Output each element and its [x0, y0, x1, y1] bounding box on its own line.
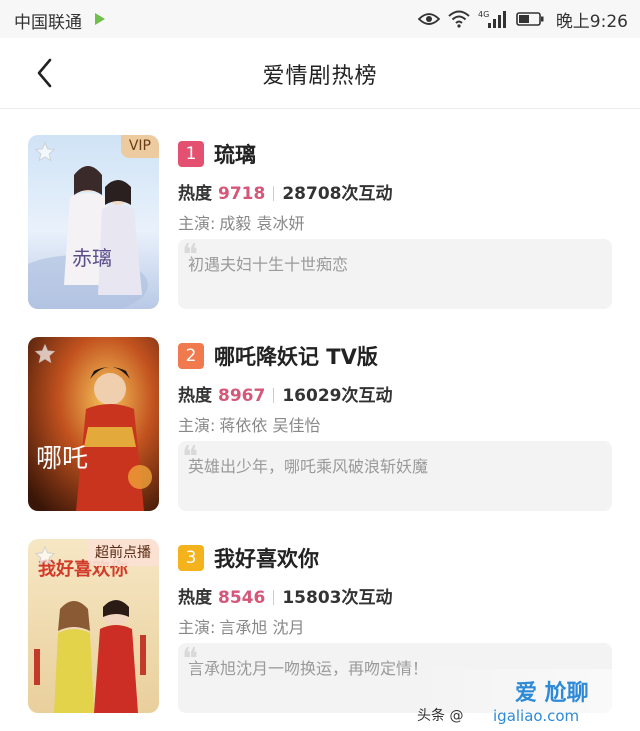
- heat-label: 热度: [178, 588, 212, 608]
- watermark-source: 头条 @: [417, 708, 464, 724]
- network-type: 4G: [478, 10, 489, 19]
- cast-row: 主演: 言承旭 沈月: [178, 614, 305, 638]
- status-bar: 中国联通 4G 晚上9:26: [0, 0, 640, 38]
- favorite-star-icon[interactable]: [34, 545, 56, 567]
- heat-value: 8546: [218, 588, 266, 608]
- cast-names: 成毅 袁冰妍: [219, 214, 305, 233]
- drama-title[interactable]: 我好喜欢你: [214, 543, 319, 573]
- cast-label: 主演:: [178, 618, 216, 637]
- ranking-item-1[interactable]: 赤璃 VIP 1 琉璃 热度 9718 28708次互动 主演: 成毅 袁冰妍 ❝ 初…: [0, 109, 640, 309]
- rank-number: 1: [185, 144, 197, 164]
- battery-icon: [516, 12, 544, 26]
- page-title: 爱情剧热榜: [262, 64, 378, 89]
- poster-image[interactable]: 我好喜欢你 超前点播: [28, 539, 159, 713]
- heat-value: 8967: [218, 386, 266, 406]
- wifi-icon: [448, 10, 470, 28]
- status-icons: 4G 晚上9:26: [417, 7, 628, 32]
- vip-badge: VIP: [120, 135, 159, 158]
- comment-quote[interactable]: ❝ 英雄出少年，哪吒乘风破浪斩妖魔: [178, 441, 612, 511]
- watermark: 头条 @ 爱 尬聊 igaliao.com: [415, 669, 640, 731]
- comment-quote[interactable]: ❝ 初遇夫妇十生十世痴恋: [178, 239, 612, 309]
- divider: [273, 388, 275, 403]
- interaction-count: 15803次互动: [282, 588, 393, 608]
- heat-label: 热度: [178, 184, 212, 204]
- divider: [273, 186, 275, 201]
- cast-label: 主演:: [178, 416, 216, 435]
- cast-label: 主演:: [178, 214, 216, 233]
- favorite-star-icon[interactable]: [34, 343, 56, 365]
- drama-title[interactable]: 哪吒降妖记 TV版: [214, 341, 378, 371]
- cast-row: 主演: 成毅 袁冰妍: [178, 210, 305, 234]
- stats-row: 热度 9718 28708次互动: [178, 179, 392, 204]
- cast-row: 主演: 蒋依依 吴佳怡: [178, 412, 321, 436]
- rank-number: 3: [185, 548, 197, 568]
- quote-text: 英雄出少年，哪吒乘风破浪斩妖魔: [188, 457, 429, 476]
- clock: 晚上9:26: [555, 11, 628, 32]
- cellular-signal-icon: 4G: [478, 10, 506, 28]
- poster-image[interactable]: 赤璃 VIP: [28, 135, 159, 309]
- quote-text: 言承旭沈月一吻换运，再吻定情！: [188, 659, 429, 678]
- stats-row: 热度 8546 15803次互动: [178, 583, 392, 608]
- favorite-star-icon[interactable]: [34, 141, 56, 163]
- carrier-name: 中国联通: [14, 13, 82, 33]
- rank-badge: 1: [178, 141, 204, 167]
- watermark-domain: igaliao.com: [493, 707, 580, 725]
- carrier-play-icon: [95, 13, 105, 25]
- poster-art-text: 哪吒: [36, 444, 88, 474]
- preview-badge: 超前点播: [87, 539, 159, 566]
- divider: [273, 590, 275, 605]
- nav-bar: 爱情剧热榜: [0, 38, 640, 109]
- ranking-item-2[interactable]: 哪吒 2 哪吒降妖记 TV版 热度 8967 16029次互动 主演: 蒋依依 吴佳怡…: [0, 311, 640, 511]
- poster-art-text: 赤璃: [72, 246, 112, 270]
- heat-label: 热度: [178, 386, 212, 406]
- rank-badge: 2: [178, 343, 204, 369]
- eye-comfort-icon: [417, 13, 440, 25]
- stats-row: 热度 8967 16029次互动: [178, 381, 392, 406]
- watermark-site: 爱 尬聊: [515, 681, 589, 706]
- heat-value: 9718: [218, 184, 266, 204]
- poster-image[interactable]: 哪吒: [28, 337, 159, 511]
- interaction-count: 16029次互动: [282, 386, 393, 406]
- interaction-count: 28708次互动: [282, 184, 393, 204]
- cast-names: 蒋依依 吴佳怡: [219, 416, 321, 435]
- rank-badge: 3: [178, 545, 204, 571]
- quote-text: 初遇夫妇十生十世痴恋: [188, 255, 349, 274]
- drama-title[interactable]: 琉璃: [214, 139, 256, 169]
- rank-number: 2: [185, 346, 197, 366]
- cast-names: 言承旭 沈月: [219, 618, 305, 637]
